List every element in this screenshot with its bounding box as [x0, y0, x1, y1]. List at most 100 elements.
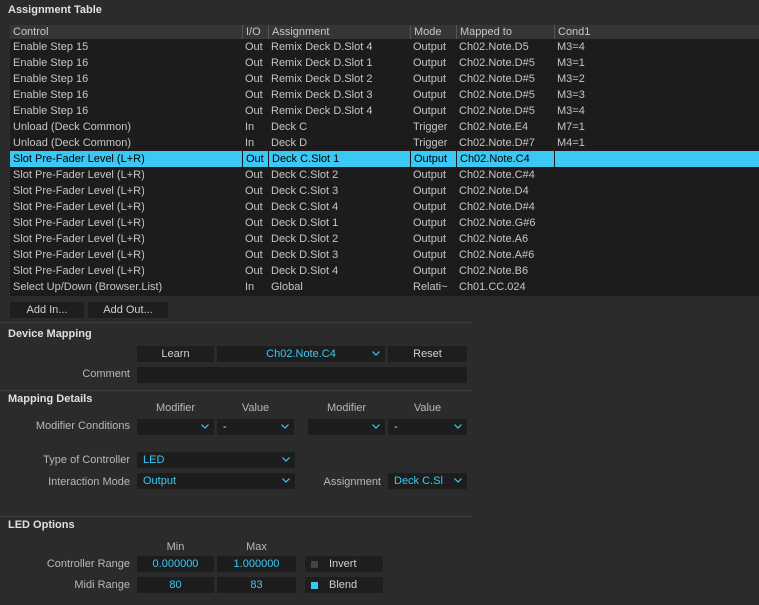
- row-assignment-cell: Deck C.Slot 2: [271, 169, 339, 181]
- row-assignment-cell: Deck D.Slot 4: [271, 265, 339, 277]
- interaction-mode-dropdown[interactable]: Output: [137, 473, 295, 489]
- column-header-io[interactable]: I/O: [242, 25, 268, 39]
- assignment-table[interactable]: Control I/O Assignment Mode Mapped to Co…: [10, 25, 759, 296]
- table-row[interactable]: Enable Step 16 Out Remix Deck D.Slot 2 Outp…: [10, 71, 759, 87]
- row-mode-cell: Output: [410, 151, 456, 167]
- table-row[interactable]: Unload (Deck Common) In Deck C Trigger Ch02.…: [10, 119, 759, 135]
- column-header-control[interactable]: Control: [10, 25, 242, 39]
- blend-toggle[interactable]: Blend: [305, 577, 383, 593]
- type-of-controller-value: LED: [143, 454, 165, 466]
- row-cond-cell: M7=1: [557, 121, 585, 133]
- table-row[interactable]: Slot Pre-Fader Level (L+R) Out Deck C.Slot…: [10, 167, 759, 183]
- row-io-cell: In: [245, 121, 255, 133]
- row-mapped-cell: Ch02.Note.A#6: [459, 249, 535, 261]
- row-assignment-cell: Deck D.Slot 3: [271, 249, 339, 261]
- device-mapping-title: Device Mapping: [8, 328, 92, 340]
- invert-toggle[interactable]: Invert: [305, 556, 383, 572]
- row-cond-cell: [554, 215, 759, 231]
- row-mode-cell: Output: [413, 105, 447, 117]
- row-mode-cell: Output: [413, 201, 447, 213]
- learn-button[interactable]: Learn: [137, 346, 214, 362]
- min-header: Min: [166, 541, 185, 553]
- row-control-cell: Enable Step 16: [13, 57, 89, 69]
- column-header-assignment[interactable]: Assignment: [268, 25, 410, 39]
- controller-range-min-input[interactable]: 0.000000: [137, 556, 214, 572]
- midi-range-min-input[interactable]: 80: [137, 577, 214, 593]
- row-io-cell: Out: [245, 57, 263, 69]
- row-io-cell: In: [245, 281, 255, 293]
- row-mode-cell: Output: [413, 89, 447, 101]
- row-assignment-cell: Remix Deck D.Slot 4: [271, 41, 373, 53]
- table-header: Control I/O Assignment Mode Mapped to Co…: [10, 25, 759, 39]
- table-row[interactable]: Enable Step 16 Out Remix Deck D.Slot 3 Outp…: [10, 87, 759, 103]
- blend-label: Blend: [329, 579, 358, 591]
- table-row[interactable]: Slot Pre-Fader Level (L+R) Out Deck D.Slot…: [10, 231, 759, 247]
- row-io-cell: Out: [245, 41, 263, 53]
- condition1-value-dropdown[interactable]: -: [217, 419, 294, 435]
- row-assignment-cell: Remix Deck D.Slot 3: [271, 89, 373, 101]
- value-header-1: Value: [241, 402, 270, 414]
- condition2-value-dropdown[interactable]: -: [388, 419, 467, 435]
- table-row[interactable]: Enable Step 16 Out Remix Deck D.Slot 4 Outp…: [10, 103, 759, 119]
- comment-input[interactable]: [137, 367, 467, 383]
- row-control-cell: Enable Step 16: [13, 89, 89, 101]
- assignment-dropdown[interactable]: Deck C.Sl: [388, 473, 467, 489]
- blend-checkbox-icon: [311, 582, 318, 589]
- modifier-header-2: Modifier: [326, 402, 367, 414]
- table-row[interactable]: Select Up/Down (Browser.List) In Global Rel…: [10, 279, 759, 295]
- condition2-modifier-dropdown[interactable]: [308, 419, 385, 435]
- row-mapped-cell: Ch02.Note.D#5: [459, 57, 535, 69]
- assignment-table-title: Assignment Table: [8, 4, 102, 16]
- chevron-down-icon: [282, 473, 290, 489]
- table-row[interactable]: Slot Pre-Fader Level (L+R) Out Deck C.Slot…: [10, 199, 759, 215]
- controller-range-max-input[interactable]: 1.000000: [217, 556, 296, 572]
- modifier-header-1: Modifier: [155, 402, 196, 414]
- row-control-cell: Enable Step 16: [13, 105, 89, 117]
- midi-range-max-input[interactable]: 83: [217, 577, 296, 593]
- column-header-mapped-to[interactable]: Mapped to: [456, 25, 554, 39]
- column-header-cond1[interactable]: Cond1: [554, 25, 759, 39]
- interaction-mode-value: Output: [143, 475, 177, 487]
- table-row[interactable]: Enable Step 16 Out Remix Deck D.Slot 1 Outp…: [10, 55, 759, 71]
- row-control-cell: Select Up/Down (Browser.List): [13, 281, 163, 293]
- chevron-down-icon: [201, 419, 209, 435]
- column-header-mode[interactable]: Mode: [410, 25, 456, 39]
- mapped-to-dropdown[interactable]: Ch02.Note.C4: [217, 346, 385, 362]
- row-assignment-cell: Global: [271, 281, 303, 293]
- row-assignment-cell: Deck D.Slot 1: [271, 217, 339, 229]
- assignment-value: Deck C.Sl: [394, 475, 443, 487]
- row-mode-cell: Output: [413, 185, 447, 197]
- row-cond-cell: M3=3: [557, 89, 585, 101]
- type-of-controller-label: Type of Controller: [43, 454, 130, 466]
- table-row[interactable]: Slot Pre-Fader Level (L+R) Out Deck C.Slot…: [10, 183, 759, 199]
- table-row[interactable]: Enable Step 15 Out Remix Deck D.Slot 4 Outp…: [10, 39, 759, 55]
- row-control-cell: Slot Pre-Fader Level (L+R): [13, 169, 145, 181]
- row-assignment-cell: Remix Deck D.Slot 2: [271, 73, 373, 85]
- row-cond-cell: M4=1: [557, 137, 585, 149]
- table-row[interactable]: Slot Pre-Fader Level (L+R) Out Deck C.Slot…: [10, 151, 759, 167]
- comment-label: Comment: [82, 368, 130, 380]
- row-assignment-cell: Deck C.Slot 3: [271, 185, 339, 197]
- assignment-label: Assignment: [323, 476, 381, 488]
- row-cond-cell: [554, 167, 759, 183]
- row-control-cell: Slot Pre-Fader Level (L+R): [13, 185, 145, 197]
- add-in-button[interactable]: Add In...: [10, 302, 84, 318]
- row-control-cell: Enable Step 15: [13, 41, 89, 53]
- reset-button[interactable]: Reset: [388, 346, 467, 362]
- row-io-cell: Out: [245, 73, 263, 85]
- table-row[interactable]: Unload (Deck Common) In Deck D Trigger Ch02.…: [10, 135, 759, 151]
- condition1-modifier-dropdown[interactable]: [137, 419, 214, 435]
- table-row[interactable]: Slot Pre-Fader Level (L+R) Out Deck D.Slot…: [10, 215, 759, 231]
- row-mapped-cell: Ch02.Note.D#5: [459, 89, 535, 101]
- table-row[interactable]: Slot Pre-Fader Level (L+R) Out Deck D.Slot…: [10, 247, 759, 263]
- row-assignment-cell: Deck D.Slot 2: [271, 233, 339, 245]
- row-mapped-cell: Ch02.Note.D5: [459, 41, 529, 53]
- row-io-cell: Out: [242, 151, 268, 167]
- add-out-button[interactable]: Add Out...: [88, 302, 168, 318]
- row-mode-cell: Trigger: [413, 121, 448, 133]
- row-cond-cell: M3=2: [557, 73, 585, 85]
- table-row[interactable]: Slot Pre-Fader Level (L+R) Out Deck D.Slot…: [10, 263, 759, 279]
- mapped-to-value: Ch02.Note.C4: [266, 348, 336, 360]
- type-of-controller-dropdown[interactable]: LED: [137, 452, 295, 468]
- row-io-cell: Out: [245, 265, 263, 277]
